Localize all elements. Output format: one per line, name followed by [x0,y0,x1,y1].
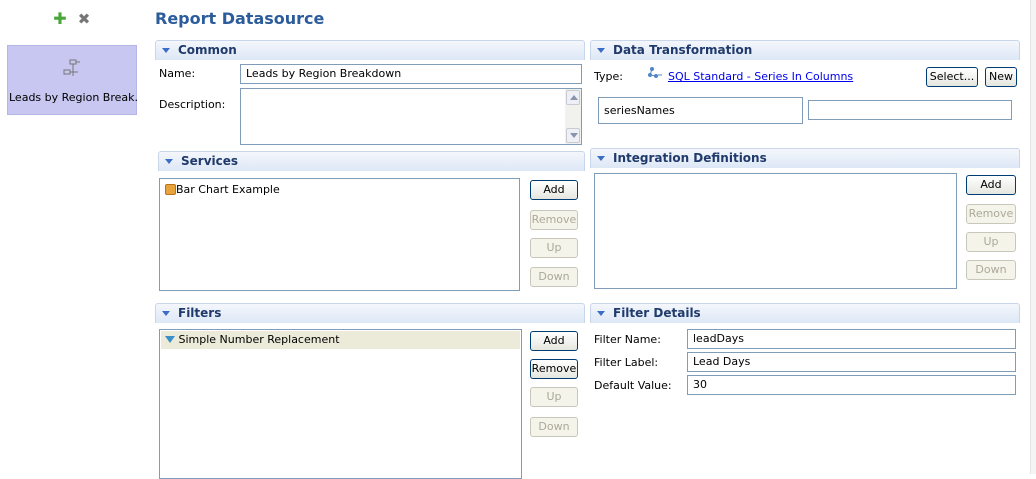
list-item[interactable]: Simple Number Replacement [161,331,520,349]
integration-down-button[interactable]: Down [966,260,1016,280]
new-button[interactable]: New [985,67,1017,87]
filters-section-header[interactable]: Filters [155,303,585,323]
collapse-arrow-icon[interactable] [597,311,605,316]
integration-add-button[interactable]: Add [966,175,1016,195]
collapse-arrow-icon[interactable] [165,159,173,164]
services-list[interactable]: Bar Chart Example [159,178,520,291]
description-label: Description: [159,98,226,111]
common-section-header[interactable]: Common [155,40,585,60]
page-title: Report Datasource [155,9,325,28]
filters-down-button[interactable]: Down [530,417,578,437]
collapse-arrow-icon[interactable] [162,311,170,316]
filter-details-section-header[interactable]: Filter Details [590,303,1020,323]
collapse-arrow-icon[interactable] [597,48,605,53]
page-scrollbar[interactable] [1030,0,1036,474]
section-title: Integration Definitions [613,151,767,165]
section-title: Data Transformation [613,43,753,57]
integration-definitions-list[interactable] [594,173,957,289]
filters-remove-button[interactable]: Remove [530,359,578,379]
name-field[interactable]: Leads by Region Breakdown [240,64,582,84]
datasource-list-item[interactable]: Leads by Region Break... [7,45,139,115]
integration-remove-button[interactable]: Remove [966,204,1016,224]
datasource-icon [63,59,80,76]
collapse-arrow-icon[interactable] [162,48,170,53]
type-label: Type: [594,70,623,83]
transformation-type-link[interactable]: SQL Standard - Series In Columns [668,70,853,83]
section-title: Common [178,43,237,57]
default-value-field[interactable]: 30 [687,375,1016,395]
services-remove-button[interactable]: Remove [530,210,578,230]
filter-icon [165,336,175,343]
integration-definitions-section-header[interactable]: Integration Definitions [590,148,1020,168]
datasource-label: Leads by Region Break... [9,91,139,104]
data-transformation-section-header[interactable]: Data Transformation [590,40,1020,60]
description-scrollbar[interactable] [565,89,581,144]
section-title: Services [181,154,239,168]
section-title: Filter Details [613,306,701,320]
x-icon[interactable]: ✖ [77,12,91,27]
filter-label-field[interactable]: Lead Days [687,352,1016,372]
integration-up-button[interactable]: Up [966,232,1016,252]
default-value-label: Default Value: [594,379,672,392]
left-toolbar: ✚ ✖ [0,0,146,40]
plus-icon[interactable]: ✚ [53,11,67,27]
services-down-button[interactable]: Down [530,267,578,287]
filter-name-field[interactable]: leadDays [687,329,1016,349]
section-title: Filters [178,306,222,320]
scroll-down-icon[interactable] [566,128,580,143]
filters-up-button[interactable]: Up [530,387,578,407]
filter-name-label: Filter Name: [594,333,661,346]
series-names-field[interactable] [808,100,1012,120]
scroll-up-icon[interactable] [566,90,580,105]
services-section-header[interactable]: Services [158,151,585,171]
transformation-icon [648,67,662,78]
services-add-button[interactable]: Add [530,180,578,200]
select-button[interactable]: Select... [926,67,978,87]
filters-add-button[interactable]: Add [530,331,578,351]
description-field[interactable] [240,88,582,145]
collapse-arrow-icon[interactable] [597,156,605,161]
filters-list[interactable]: Simple Number Replacement [159,329,522,479]
service-icon [165,184,176,195]
name-label: Name: [159,67,196,80]
series-names-param: seriesNames [598,97,803,124]
list-item[interactable]: Bar Chart Example [165,183,280,196]
filter-label-label: Filter Label: [594,356,659,369]
services-up-button[interactable]: Up [530,238,578,258]
